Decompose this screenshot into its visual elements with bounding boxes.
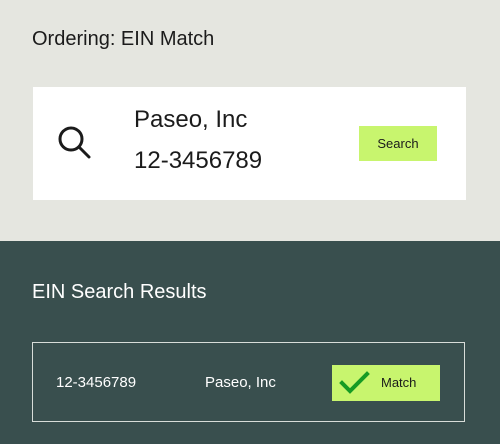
results-section: EIN Search Results 12-3456789 Paseo, Inc…: [0, 241, 500, 444]
check-icon: [339, 370, 370, 396]
ein-number: 12-3456789: [134, 147, 263, 174]
result-ein: 12-3456789: [56, 374, 137, 391]
result-row: 12-3456789 Paseo, Inc Match: [32, 342, 465, 422]
company-name: Paseo, Inc: [134, 106, 248, 133]
match-button[interactable]: Match: [332, 365, 440, 401]
results-title: EIN Search Results: [32, 281, 207, 303]
search-icon: [55, 124, 95, 164]
search-card: Paseo, Inc 12-3456789 Search: [33, 87, 466, 200]
search-button[interactable]: Search: [359, 126, 437, 161]
match-label: Match: [381, 375, 417, 390]
result-company-name: Paseo, Inc: [205, 374, 276, 391]
ordering-section: Ordering: EIN Match Paseo, Inc 12-345678…: [0, 0, 500, 241]
page-title: Ordering: EIN Match: [32, 28, 215, 50]
